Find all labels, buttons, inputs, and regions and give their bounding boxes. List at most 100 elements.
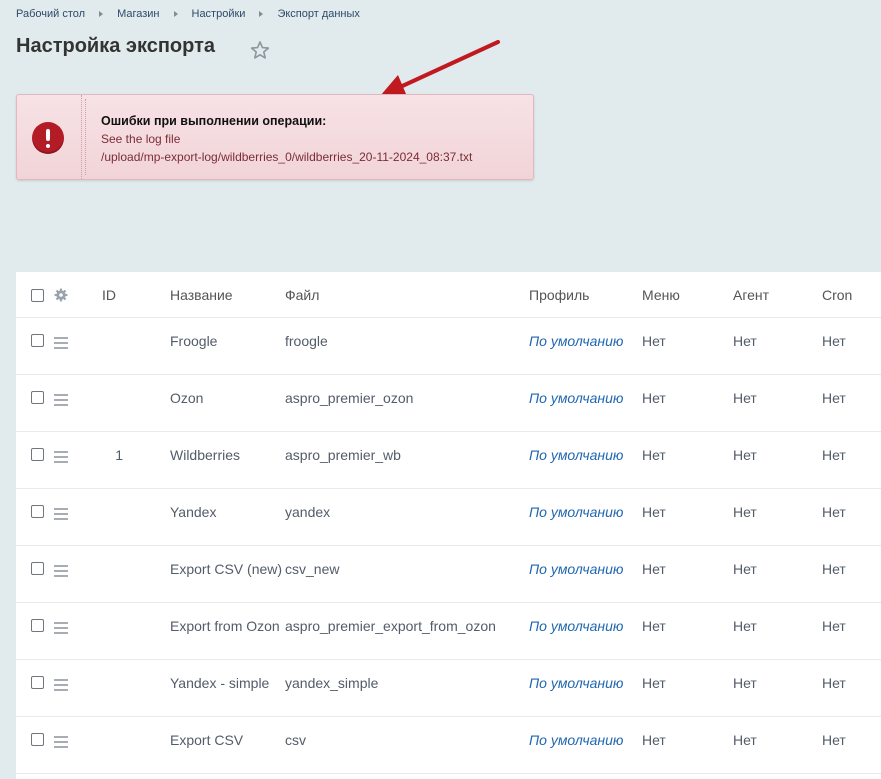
table-row[interactable]: Export from Ozon aspro_premier_export_fro… [16, 602, 881, 660]
cell-cron: Нет [822, 488, 881, 546]
breadcrumb-store[interactable]: Магазин [117, 8, 159, 20]
cell-cron: Нет [822, 659, 881, 717]
cell-profile-link[interactable]: По умолчанию [529, 374, 642, 432]
cell-name: Export CSV [170, 716, 285, 774]
cell-name: Export from Ozon [170, 602, 285, 660]
cell-id [102, 488, 170, 546]
cell-agent: Нет [733, 488, 822, 546]
row-checkbox[interactable] [31, 733, 44, 746]
row-checkbox[interactable] [31, 391, 44, 404]
drag-handle-icon[interactable] [54, 451, 68, 466]
cell-profile-link[interactable]: По умолчанию [529, 488, 642, 546]
row-checkbox[interactable] [31, 505, 44, 518]
drag-handle-icon[interactable] [54, 622, 68, 637]
cell-agent: Нет [733, 659, 822, 717]
cell-file: csv_new [285, 545, 529, 603]
cell-name: Yandex [170, 488, 285, 546]
cell-file: aspro_premier_ozon [285, 374, 529, 432]
column-header-name[interactable]: Название [170, 272, 285, 318]
breadcrumb-separator-icon [259, 11, 264, 17]
column-header-file[interactable]: Файл [285, 272, 529, 318]
cell-cron: Нет [822, 374, 881, 432]
cell-profile-link[interactable]: По умолчанию [529, 317, 642, 375]
alert-title: Ошибки при выполнении операции: [101, 114, 327, 128]
cell-agent: Нет [733, 317, 822, 375]
drag-handle-icon[interactable] [54, 679, 68, 694]
column-header-cron[interactable]: Cron [822, 272, 881, 318]
cell-profile-link[interactable]: По умолчанию [529, 716, 642, 774]
alert-log-path: /upload/mp-export-log/wildberries_0/wild… [101, 150, 473, 164]
cell-id: 1 [102, 431, 170, 489]
error-alert: Ошибки при выполнении операции: See the … [16, 94, 534, 180]
table-header-row: ID Название Файл Профиль Меню Агент Cron [16, 272, 881, 318]
cell-menu: Нет [642, 431, 733, 489]
cell-agent: Нет [733, 374, 822, 432]
cell-cron: Нет [822, 602, 881, 660]
cell-cron: Нет [822, 716, 881, 774]
table-row[interactable]: Export CSV (new) csv_new По умолчанию Нет Не… [16, 545, 881, 603]
cell-file: froogle [285, 317, 529, 375]
drag-handle-icon[interactable] [54, 736, 68, 751]
export-profiles-table: ID Название Файл Профиль Меню Агент Cron… [16, 272, 881, 779]
cell-name: Froogle [170, 317, 285, 375]
cell-cron: Нет [822, 317, 881, 375]
star-icon[interactable] [250, 40, 270, 60]
cell-profile-link[interactable]: По умолчанию [529, 545, 642, 603]
table-row[interactable]: Export CSV csv По умолчанию Нет Нет Нет [16, 716, 881, 774]
cell-menu: Нет [642, 602, 733, 660]
cell-id [102, 602, 170, 660]
cell-menu: Нет [642, 317, 733, 375]
table-row[interactable]: Yandex yandex По умолчанию Нет Нет Нет [16, 488, 881, 546]
cell-name: Ozon [170, 374, 285, 432]
cell-agent: Нет [733, 545, 822, 603]
cell-menu: Нет [642, 488, 733, 546]
cell-agent: Нет [733, 602, 822, 660]
cell-file: yandex [285, 488, 529, 546]
cell-name: Yandex - simple [170, 659, 285, 717]
table-row[interactable]: Froogle froogle По умолчанию Нет Нет Нет [16, 317, 881, 375]
table-row[interactable]: Yandex - simple yandex_simple По умолчанию… [16, 659, 881, 717]
cell-id [102, 317, 170, 375]
alert-message: See the log file [101, 132, 181, 146]
cell-id [102, 716, 170, 774]
cell-file: yandex_simple [285, 659, 529, 717]
cell-file: aspro_premier_export_from_ozon [285, 602, 529, 660]
gear-icon[interactable] [54, 288, 68, 302]
column-header-menu[interactable]: Меню [642, 272, 733, 318]
row-checkbox[interactable] [31, 448, 44, 461]
breadcrumb-data-export[interactable]: Экспорт данных [277, 8, 359, 20]
cell-id [102, 374, 170, 432]
cell-id [102, 545, 170, 603]
column-header-profile[interactable]: Профиль [529, 272, 642, 318]
cell-agent: Нет [733, 431, 822, 489]
breadcrumb-separator-icon [173, 11, 178, 17]
column-header-agent[interactable]: Агент [733, 272, 822, 318]
cell-file: aspro_premier_wb [285, 431, 529, 489]
row-checkbox[interactable] [31, 562, 44, 575]
breadcrumb-desktop[interactable]: Рабочий стол [16, 8, 85, 20]
cell-profile-link[interactable]: По умолчанию [529, 602, 642, 660]
cell-profile-link[interactable]: По умолчанию [529, 659, 642, 717]
row-checkbox[interactable] [31, 619, 44, 632]
column-header-id[interactable]: ID [102, 272, 170, 318]
drag-handle-icon[interactable] [54, 394, 68, 409]
cell-id [102, 659, 170, 717]
cell-cron: Нет [822, 431, 881, 489]
cell-menu: Нет [642, 716, 733, 774]
table-row[interactable]: 1 Wildberries aspro_premier_wb По умолчанию… [16, 431, 881, 489]
cell-agent: Нет [733, 716, 822, 774]
breadcrumb: Рабочий стол Магазин Настройки Экспорт д… [16, 8, 360, 20]
cell-file: csv [285, 716, 529, 774]
drag-handle-icon[interactable] [54, 565, 68, 580]
drag-handle-icon[interactable] [54, 337, 68, 352]
cell-menu: Нет [642, 545, 733, 603]
cell-menu: Нет [642, 374, 733, 432]
select-all-checkbox[interactable] [31, 288, 44, 302]
cell-profile-link[interactable]: По умолчанию [529, 431, 642, 489]
row-checkbox[interactable] [31, 676, 44, 689]
breadcrumb-separator-icon [99, 11, 104, 17]
drag-handle-icon[interactable] [54, 508, 68, 523]
table-row[interactable]: Ozon aspro_premier_ozon По умолчанию Нет Нет… [16, 374, 881, 432]
breadcrumb-settings[interactable]: Настройки [192, 8, 246, 20]
row-checkbox[interactable] [31, 334, 44, 347]
